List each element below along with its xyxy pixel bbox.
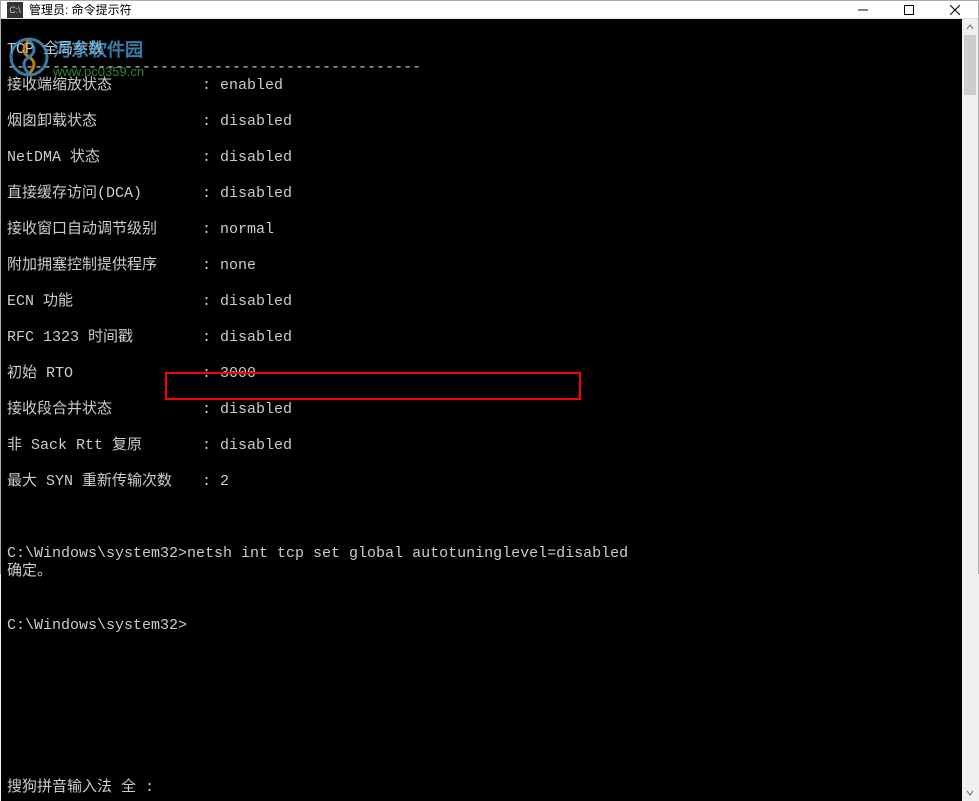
- scroll-up-button[interactable]: [962, 19, 978, 35]
- param-row: 附加拥塞控制提供程序: none: [7, 257, 972, 275]
- param-row: 烟囱卸载状态: disabled: [7, 113, 972, 131]
- scroll-down-button[interactable]: [962, 785, 978, 801]
- prompt-path: C:\Windows\system32>: [7, 617, 187, 634]
- dashes-line: ----------------------------------------…: [7, 59, 421, 76]
- ime-status: 搜狗拼音输入法 全 :: [7, 779, 154, 797]
- param-row: 初始 RTO: 3000: [7, 365, 972, 383]
- scrollbar: [962, 19, 978, 801]
- param-row: ECN 功能: disabled: [7, 293, 972, 311]
- window-controls: [840, 1, 978, 18]
- scroll-track[interactable]: [962, 35, 978, 785]
- param-row: NetDMA 状态: disabled: [7, 149, 972, 167]
- window-title: 管理员: 命令提示符: [29, 1, 840, 18]
- param-row: 接收段合并状态: disabled: [7, 401, 972, 419]
- cmd-icon: C:\: [7, 2, 23, 18]
- maximize-button[interactable]: [886, 1, 932, 18]
- param-row: 接收窗口自动调节级别: normal: [7, 221, 972, 239]
- minimize-button[interactable]: [840, 1, 886, 18]
- close-button[interactable]: [932, 1, 978, 18]
- prompt-command: netsh int tcp set global autotuninglevel…: [187, 545, 628, 562]
- param-row: 非 Sack Rtt 复原: disabled: [7, 437, 972, 455]
- prompt-line-1: C:\Windows\system32>netsh int tcp set gl…: [7, 545, 628, 562]
- titlebar: C:\ 管理员: 命令提示符: [1, 1, 978, 19]
- tcp-header: TCP 全局参数: [7, 41, 103, 58]
- chevron-up-icon: [966, 23, 974, 31]
- param-row: RFC 1323 时间戳: disabled: [7, 329, 972, 347]
- prompt-line-2[interactable]: C:\Windows\system32>: [7, 617, 187, 634]
- scroll-thumb[interactable]: [964, 35, 976, 95]
- param-row: 接收端缩放状态: enabled: [7, 77, 972, 95]
- prompt-path: C:\Windows\system32>: [7, 545, 187, 562]
- param-row: 直接缓存访问(DCA): disabled: [7, 185, 972, 203]
- cmd-window: C:\ 管理员: 命令提示符 TCP 全局参数 ----------------…: [0, 0, 979, 574]
- chevron-down-icon: [966, 789, 974, 797]
- console-output[interactable]: TCP 全局参数 -------------------------------…: [1, 19, 978, 801]
- result-line: 确定。: [7, 563, 52, 580]
- param-row: 最大 SYN 重新传输次数: 2: [7, 473, 972, 491]
